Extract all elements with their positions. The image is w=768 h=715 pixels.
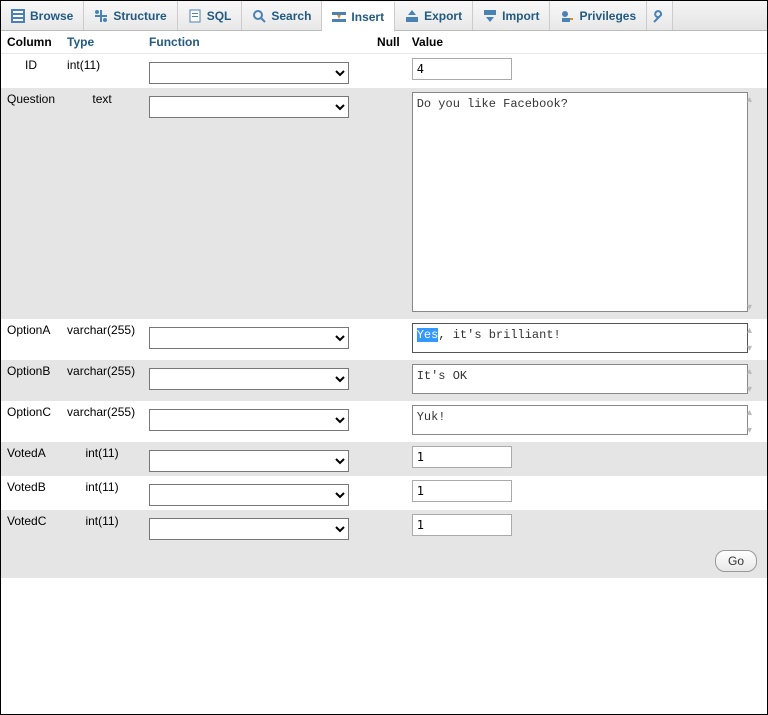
col-type-question: text xyxy=(61,88,143,319)
tab-label: Export xyxy=(424,9,462,23)
col-name-id: ID xyxy=(1,54,61,89)
value-input-votedc[interactable] xyxy=(412,514,512,536)
insert-row-icon xyxy=(332,10,346,24)
value-textarea-optionb[interactable] xyxy=(412,364,748,394)
tabs-bar: Browse Structure SQL Search Insert xyxy=(1,1,767,31)
header-value: Value xyxy=(406,31,767,54)
row-votedc: VotedC int(11) xyxy=(1,510,767,544)
scroll-indicator: ▴▾ xyxy=(747,325,759,354)
row-optionb: OptionB varchar(255) ▴▾ xyxy=(1,360,767,401)
tab-operations-overflow[interactable] xyxy=(647,1,673,30)
row-question: Question text ▴▾ xyxy=(1,88,767,319)
scroll-indicator: ▴▾ xyxy=(747,366,759,395)
header-type[interactable]: Type xyxy=(61,31,143,54)
tab-import[interactable]: Import xyxy=(473,1,550,30)
scroll-indicator: ▴▾ xyxy=(747,407,759,436)
tab-label: Browse xyxy=(30,9,73,23)
tab-insert[interactable]: Insert xyxy=(322,2,395,32)
tab-privileges[interactable]: Privileges xyxy=(550,1,647,30)
structure-icon xyxy=(94,9,108,23)
tab-search[interactable]: Search xyxy=(242,1,322,30)
go-button[interactable]: Go xyxy=(715,550,757,572)
value-textarea-question[interactable] xyxy=(412,92,748,312)
export-icon xyxy=(405,9,419,23)
col-type-optionb: varchar(255) xyxy=(61,360,143,401)
function-select-question[interactable] xyxy=(149,96,349,118)
col-type-optionc: varchar(255) xyxy=(61,401,143,442)
value-input-votedb[interactable] xyxy=(412,480,512,502)
col-name-optionc: OptionC xyxy=(1,401,61,442)
table-rows-icon xyxy=(11,9,25,23)
col-name-question: Question xyxy=(1,88,61,319)
col-type-votedc: int(11) xyxy=(61,510,143,544)
tab-export[interactable]: Export xyxy=(395,1,473,30)
row-optiona: OptionA varchar(255) Yes, it's brilliant… xyxy=(1,319,767,360)
insert-form-table: Column Type Function Null Value ID int(1… xyxy=(1,31,767,544)
function-select-votedc[interactable] xyxy=(149,518,349,540)
col-type-votedb: int(11) xyxy=(61,476,143,510)
row-votedb: VotedB int(11) xyxy=(1,476,767,510)
col-name-optionb: OptionB xyxy=(1,360,61,401)
value-input-id[interactable] xyxy=(412,58,512,80)
col-name-votedc: VotedC xyxy=(1,510,61,544)
function-select-id[interactable] xyxy=(149,62,349,84)
form-footer: Go xyxy=(1,544,767,578)
value-input-voteda[interactable] xyxy=(412,446,512,468)
scroll-indicator: ▴▾ xyxy=(747,94,759,313)
tab-label: Insert xyxy=(351,10,384,24)
header-null: Null xyxy=(371,31,406,54)
tab-label: SQL xyxy=(207,9,232,23)
value-textarea-optionc[interactable] xyxy=(412,405,748,435)
tab-sql[interactable]: SQL xyxy=(178,1,243,30)
import-icon xyxy=(483,9,497,23)
row-id: ID int(11) xyxy=(1,54,767,89)
privileges-icon xyxy=(560,9,574,23)
col-type-id: int(11) xyxy=(61,54,143,89)
row-voteda: VotedA int(11) xyxy=(1,442,767,476)
col-type-optiona: varchar(255) xyxy=(61,319,143,360)
function-select-optionb[interactable] xyxy=(149,368,349,390)
value-textarea-optiona[interactable] xyxy=(412,323,748,353)
col-name-optiona: OptionA xyxy=(1,319,61,360)
header-function[interactable]: Function xyxy=(143,31,371,54)
function-select-voteda[interactable] xyxy=(149,450,349,472)
tab-label: Structure xyxy=(113,9,166,23)
phpmyadmin-insert-view: Browse Structure SQL Search Insert xyxy=(0,0,768,715)
wrench-icon xyxy=(653,9,667,23)
header-column: Column xyxy=(1,31,61,54)
function-select-optionc[interactable] xyxy=(149,409,349,431)
tab-structure[interactable]: Structure xyxy=(84,1,177,30)
sql-page-icon xyxy=(188,9,202,23)
tab-label: Privileges xyxy=(579,9,636,23)
function-select-votedb[interactable] xyxy=(149,484,349,506)
col-type-voteda: int(11) xyxy=(61,442,143,476)
tab-label: Import xyxy=(502,9,539,23)
col-name-votedb: VotedB xyxy=(1,476,61,510)
function-select-optiona[interactable] xyxy=(149,327,349,349)
row-optionc: OptionC varchar(255) ▴▾ xyxy=(1,401,767,442)
col-name-voteda: VotedA xyxy=(1,442,61,476)
tab-label: Search xyxy=(271,9,311,23)
tab-browse[interactable]: Browse xyxy=(1,1,84,30)
search-icon xyxy=(252,9,266,23)
